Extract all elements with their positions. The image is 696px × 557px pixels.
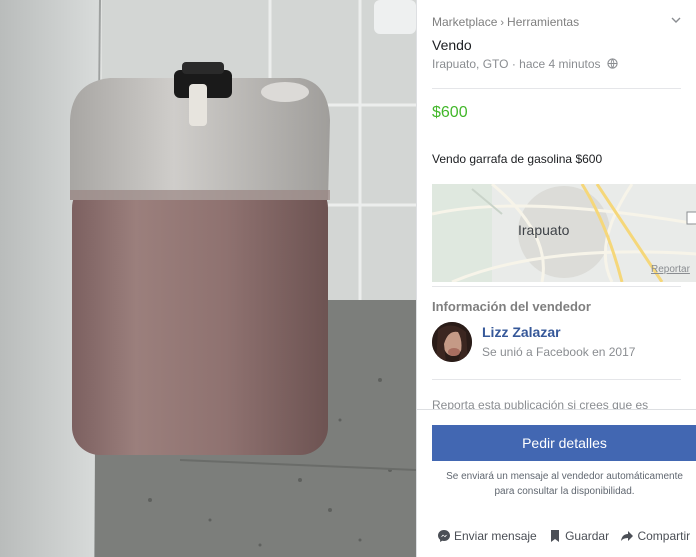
action-bar: Enviar mensaje Guardar Compartir [437, 529, 690, 546]
seller-joined: Se unió a Facebook en 2017 [482, 345, 636, 359]
listing-meta: Irapuato, GTO · hace 4 minutos [432, 57, 618, 71]
listing-posted-time: hace 4 minutos [519, 57, 601, 71]
avatar[interactable] [432, 322, 472, 362]
listing-description: Vendo garrafa de gasolina $600 [432, 152, 603, 166]
share-button[interactable]: Compartir [620, 529, 690, 543]
divider [432, 286, 681, 287]
messenger-icon [438, 530, 450, 542]
breadcrumb-category[interactable]: Herramientas [507, 15, 579, 29]
breadcrumb-separator: › [500, 17, 505, 29]
details-panel: Marketplace › Herramientas Vendo Irapuato,… [416, 0, 696, 557]
divider [432, 88, 681, 89]
listing-title: Vendo [432, 37, 472, 53]
note-line-2: para consultar la disponibilidad. [494, 486, 635, 497]
location-map[interactable]: Irapuato Reportar [432, 184, 696, 282]
auto-message-note: Se enviará un mensaje al vendedor automá… [432, 469, 696, 499]
bookmark-icon [551, 530, 560, 542]
chevron-down-icon[interactable] [670, 14, 684, 28]
map-report-link[interactable]: Reportar [651, 264, 690, 275]
listing-photo[interactable] [0, 0, 416, 557]
divider [417, 409, 696, 410]
request-details-button[interactable]: Pedir detalles [432, 425, 696, 461]
listing-location[interactable]: Irapuato, GTO [432, 57, 508, 71]
save-label: Guardar [565, 529, 610, 543]
globe-icon [607, 58, 618, 69]
listing-price: $600 [432, 104, 468, 121]
map-city-label: Irapuato [518, 222, 570, 238]
note-line-1: Se enviará un mensaje al vendedor automá… [446, 471, 683, 482]
breadcrumb-marketplace[interactable]: Marketplace [432, 15, 497, 29]
meta-separator: · [508, 57, 520, 71]
send-message-label: Enviar mensaje [454, 529, 537, 543]
details-scroll[interactable]: Marketplace › Herramientas Vendo Irapuato,… [432, 0, 696, 410]
divider [432, 379, 681, 380]
seller-name[interactable]: Lizz Zalazar [482, 324, 561, 340]
breadcrumb: Marketplace › Herramientas [432, 15, 579, 29]
send-message-button[interactable]: Enviar mensaje [437, 529, 537, 543]
save-button[interactable]: Guardar [548, 529, 609, 543]
share-label: Compartir [637, 529, 691, 543]
listing-viewer: Marketplace › Herramientas Vendo Irapuato,… [0, 0, 696, 557]
seller-heading: Información del vendedor [432, 299, 591, 314]
share-icon [621, 531, 634, 541]
